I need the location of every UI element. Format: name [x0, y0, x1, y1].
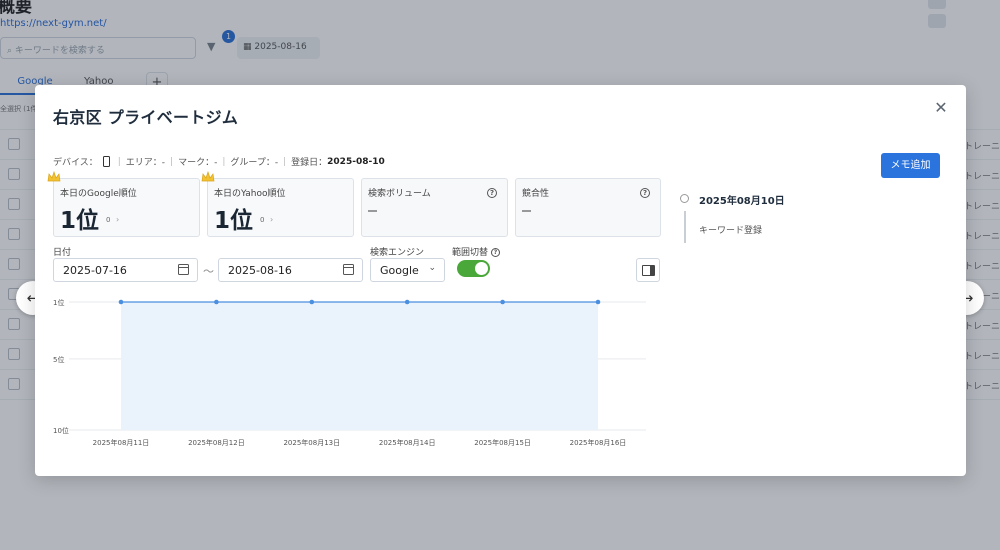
crown-icon	[201, 171, 215, 182]
chevron-right-icon: ›	[116, 215, 120, 224]
side-panel-icon	[642, 265, 655, 276]
x-tick-label: 2025年08月13日	[283, 438, 340, 447]
data-point	[500, 299, 505, 305]
search-volume-label: 検索ボリューム	[368, 189, 431, 199]
registered-label: 登録日：	[291, 158, 328, 168]
date-from-value: 2025-07-16	[63, 264, 127, 277]
add-memo-button[interactable]: メモ追加	[881, 153, 940, 178]
x-tick-label: 2025年08月11日	[93, 438, 150, 447]
yahoo-rank-change: 0	[260, 216, 265, 224]
google-rank-change: 0	[106, 216, 111, 224]
x-tick-label: 2025年08月12日	[188, 438, 245, 447]
modal-title: 右京区 プライベートジム	[53, 108, 239, 127]
separator: |	[283, 156, 287, 167]
search-engine-value: Google	[380, 264, 419, 277]
rank-chart: 1位 5位 10位 2025年08月11日 2025年08月12日 2025年08月13日…	[35, 290, 675, 459]
search-volume-card: 検索ボリューム ?	[361, 178, 508, 237]
y-tick-label: 10位	[53, 426, 69, 435]
series-area	[121, 302, 598, 430]
competition-label: 競合性	[522, 189, 550, 199]
google-rank-card[interactable]: 本日のGoogle順位 1位 0 ›	[47, 171, 200, 237]
range-toggle[interactable]	[457, 260, 490, 277]
data-point	[309, 299, 315, 305]
chevron-right-icon: ›	[270, 215, 274, 224]
date-to-value: 2025-08-16	[228, 264, 292, 277]
date-from-input[interactable]: 2025-07-16	[53, 258, 198, 282]
timeline-dot	[680, 194, 689, 203]
device-label: デバイス：	[53, 158, 98, 168]
range-toggle-label: 範囲切替	[452, 248, 489, 258]
crown-icon	[47, 171, 61, 182]
competition-empty	[522, 210, 531, 212]
x-tick-label: 2025年08月15日	[474, 438, 531, 447]
calendar-icon	[343, 264, 354, 275]
chevron-down-icon: ⌄	[428, 263, 436, 273]
x-tick-label: 2025年08月14日	[379, 438, 436, 447]
y-tick-label: 5位	[53, 355, 64, 364]
separator: |	[222, 156, 226, 167]
search-engine-label: 検索エンジン	[370, 248, 425, 258]
x-tick-label: 2025年08月16日	[570, 438, 627, 447]
close-icon[interactable]: ✕	[932, 99, 950, 117]
google-rank-value: 1位	[60, 208, 100, 234]
timeline-line	[684, 211, 686, 243]
date-to-input[interactable]: 2025-08-16	[218, 258, 363, 282]
data-point	[404, 299, 410, 305]
yahoo-rank-value: 1位	[214, 208, 254, 234]
y-tick-label: 1位	[53, 298, 64, 307]
help-icon[interactable]: ?	[491, 248, 501, 257]
area-label: エリア：-	[125, 158, 166, 168]
timeline-event: キーワード登録	[699, 226, 763, 236]
rank-chart-svg: 1位 5位 10位 2025年08月11日 2025年08月12日 2025年08月13日…	[53, 298, 646, 447]
group-label: グループ：-	[230, 158, 279, 168]
calendar-icon	[178, 264, 189, 275]
help-icon[interactable]: ?	[487, 188, 497, 198]
data-point	[595, 299, 601, 305]
separator: |	[117, 156, 121, 167]
separator: |	[170, 156, 174, 167]
data-point	[214, 299, 219, 305]
side-panel-toggle-button[interactable]	[636, 258, 660, 282]
range-toggle-label-wrap: 範囲切替?	[452, 245, 501, 258]
search-engine-select[interactable]: Google ⌄	[370, 258, 445, 282]
mark-label: マーク：-	[178, 158, 218, 168]
data-point	[118, 299, 124, 305]
google-rank-label: 本日のGoogle順位	[60, 189, 137, 199]
toggle-knob	[475, 262, 488, 275]
date-range-separator: ～	[203, 265, 214, 278]
keyword-meta: デバイス： | エリア：- | マーク：- | グループ：- | 登録日： 20…	[53, 155, 385, 168]
mobile-device-icon	[102, 156, 110, 167]
competition-card: 競合性 ?	[515, 178, 661, 237]
timeline-date: 2025年08月10日	[699, 196, 785, 207]
yahoo-rank-card[interactable]: 本日のYahoo順位 1位 0 ›	[201, 171, 354, 237]
help-icon[interactable]: ?	[640, 188, 650, 198]
date-label: 日付	[53, 248, 72, 258]
keyword-detail-modal: 右京区 プライベートジム ✕ デバイス： | エリア：- | マーク：- | グ…	[35, 85, 966, 476]
registered-date: 2025-08-10	[327, 156, 385, 167]
search-volume-empty	[368, 210, 377, 212]
yahoo-rank-label: 本日のYahoo順位	[214, 189, 286, 199]
